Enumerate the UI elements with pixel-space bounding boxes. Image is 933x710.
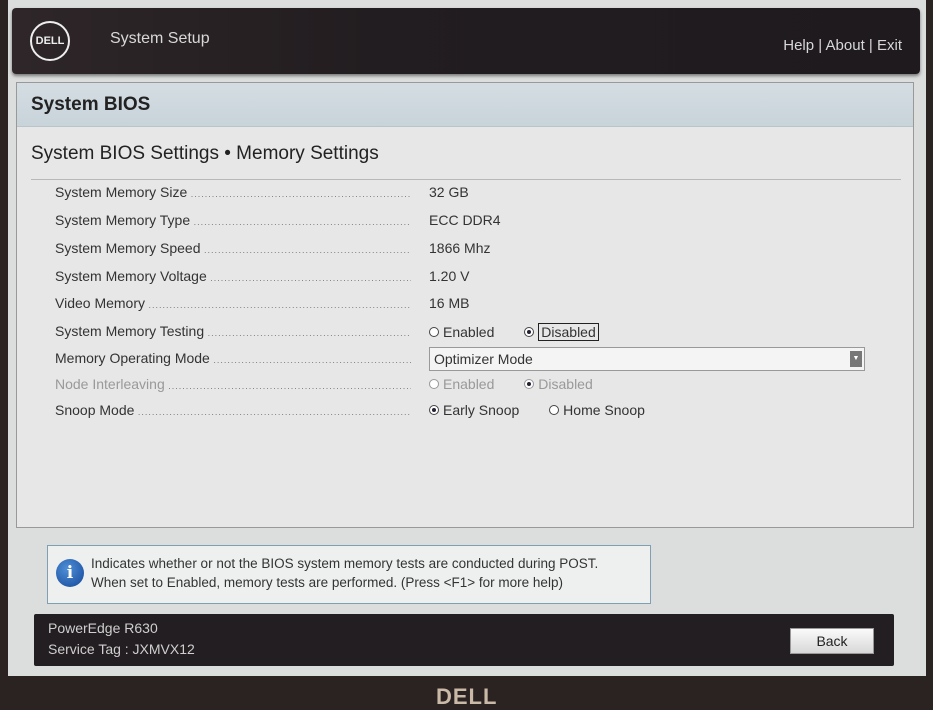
- radio-selected-icon: [524, 327, 535, 337]
- back-button[interactable]: Back: [790, 628, 874, 654]
- node-interleaving-disabled-radio: Disabled: [524, 376, 593, 392]
- header-bar: DELL System Setup Help | About | Exit: [12, 8, 920, 74]
- setting-label: System Memory Type: [55, 212, 411, 228]
- node-interleaving-row: Node Interleaving Enabled Disabled: [55, 376, 895, 398]
- service-tag: Service Tag : JXMVX12: [48, 641, 195, 657]
- memory-operating-mode-dropdown[interactable]: Optimizer Mode ▼: [429, 347, 865, 371]
- setting-value: 16 MB: [429, 295, 470, 311]
- radio-icon: [429, 379, 439, 389]
- setting-value: 1.20 V: [429, 268, 470, 284]
- divider: [31, 179, 901, 180]
- setting-label: System Memory Speed: [55, 240, 411, 256]
- setting-row: System Memory Speed 1866 Mhz: [55, 240, 895, 262]
- early-snoop-radio[interactable]: Early Snoop: [429, 402, 519, 418]
- model-name: PowerEdge R630: [48, 620, 158, 636]
- setting-label: System Memory Voltage: [55, 268, 411, 284]
- radio-icon: [429, 327, 439, 337]
- memory-testing-enabled-radio[interactable]: Enabled: [429, 324, 494, 340]
- radio-selected-icon: [524, 379, 535, 389]
- setting-value: ECC DDR4: [429, 212, 501, 228]
- radio-label: Disabled: [538, 323, 599, 341]
- snoop-mode-row: Snoop Mode Early Snoop Home Snoop: [55, 402, 895, 424]
- setting-row: System Memory Type ECC DDR4: [55, 212, 895, 234]
- footer-bar: PowerEdge R630 Service Tag : JXMVX12 Bac…: [34, 614, 894, 666]
- setting-value: 32 GB: [429, 184, 469, 200]
- help-link[interactable]: Help: [783, 37, 814, 54]
- radio-label: Home Snoop: [563, 402, 645, 418]
- settings-panel: System BIOS System BIOS Settings • Memor…: [16, 82, 914, 528]
- radio-icon: [549, 405, 560, 415]
- dell-logo: DELL: [30, 21, 70, 61]
- setting-label: System Memory Testing: [55, 323, 411, 339]
- about-link[interactable]: About: [826, 37, 865, 54]
- chevron-down-icon[interactable]: ▼: [850, 351, 862, 367]
- breadcrumb: System BIOS Settings • Memory Settings: [31, 143, 379, 164]
- header-links: Help | About | Exit: [783, 37, 902, 54]
- radio-label: Enabled: [443, 324, 495, 340]
- home-snoop-radio[interactable]: Home Snoop: [549, 402, 645, 418]
- exit-link[interactable]: Exit: [877, 37, 902, 54]
- help-text-line: When set to Enabled, memory tests are pe…: [91, 575, 563, 590]
- setting-row: System Memory Size 32 GB: [55, 184, 895, 206]
- separator: |: [818, 37, 823, 54]
- panel-title: System BIOS: [17, 83, 913, 127]
- setting-label: Node Interleaving: [55, 376, 411, 392]
- info-icon: i: [56, 559, 84, 587]
- setting-value: 1866 Mhz: [429, 240, 491, 256]
- node-interleaving-enabled-radio: Enabled: [429, 376, 494, 392]
- setting-label: System Memory Size: [55, 184, 411, 200]
- setting-label: Snoop Mode: [55, 402, 411, 418]
- help-box: i Indicates whether or not the BIOS syst…: [47, 545, 651, 604]
- radio-selected-icon: [429, 405, 439, 415]
- radio-label: Early Snoop: [443, 402, 520, 418]
- app-title: System Setup: [110, 30, 210, 47]
- radio-label: Disabled: [538, 376, 593, 392]
- memory-testing-row: System Memory Testing Enabled Disabled: [55, 323, 895, 345]
- radio-label: Enabled: [443, 376, 495, 392]
- memory-testing-disabled-radio[interactable]: Disabled: [524, 323, 599, 341]
- help-text-line: Indicates whether or not the BIOS system…: [91, 556, 599, 571]
- memory-mode-row: Memory Operating Mode Optimizer Mode ▼: [55, 347, 895, 372]
- setting-label: Video Memory: [55, 295, 411, 311]
- setting-label: Memory Operating Mode: [55, 350, 411, 366]
- dropdown-value: Optimizer Mode: [434, 351, 533, 367]
- separator: |: [868, 37, 873, 54]
- setting-row: System Memory Voltage 1.20 V: [55, 268, 895, 290]
- bezel-dell-logo: DELL: [436, 684, 498, 709]
- setting-row: Video Memory 16 MB: [55, 295, 895, 317]
